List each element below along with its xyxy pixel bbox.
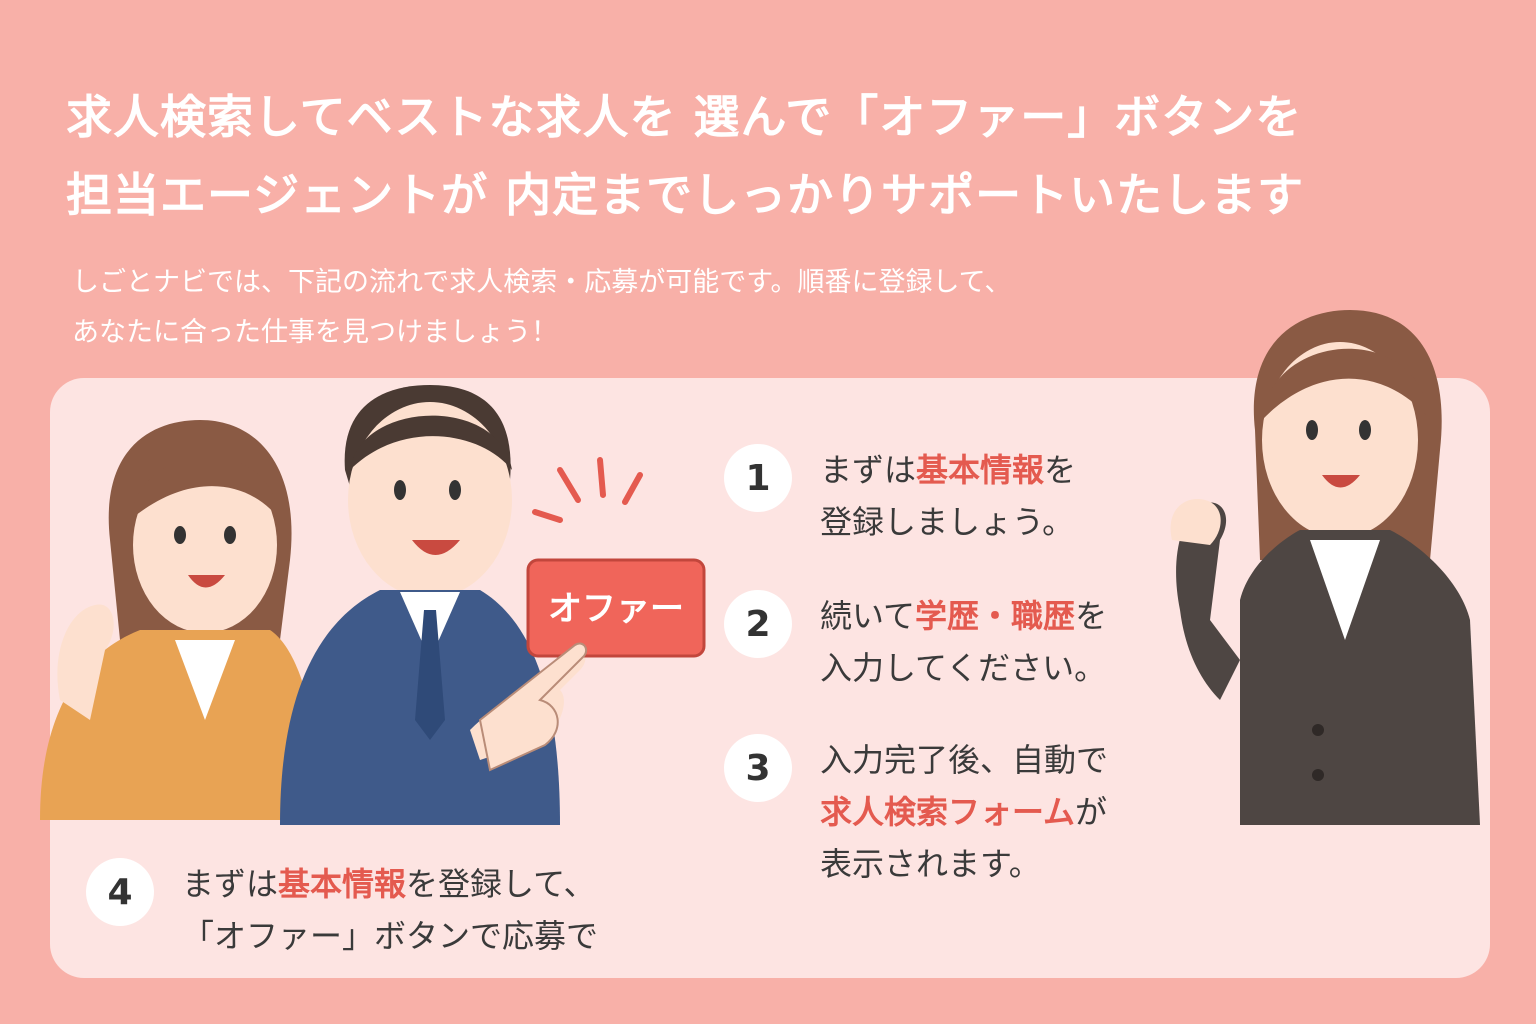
step-text: まずは基本情報を登録して、 「オファー」ボタンで応募で [182, 858, 598, 962]
step-highlight: 求人検索フォーム [820, 793, 1076, 831]
step-text-part: まずは [182, 865, 279, 903]
step-text-part: が [1075, 793, 1108, 831]
sparkle-icon [532, 457, 643, 523]
step-4: 4 まずは基本情報を登録して、 「オファー」ボタンで応募で [86, 858, 598, 962]
step-text-line: 表示されます。 [820, 845, 1041, 883]
step-number: 3 [724, 734, 792, 802]
step-highlight: 基本情報 [278, 865, 407, 903]
step-text-part: を [1075, 597, 1108, 635]
offer-button[interactable]: オファー [526, 558, 706, 658]
woman-character-icon [40, 420, 320, 820]
step-number: 1 [724, 444, 792, 512]
offer-button-label: オファー [548, 589, 684, 629]
step-3: 3 入力完了後、自動で 求人検索フォームが 表示されます。 [724, 734, 1108, 890]
step-number: 2 [724, 590, 792, 658]
step-number: 4 [86, 858, 154, 926]
step-text-part: まずは [820, 451, 917, 489]
step-highlight: 基本情報 [916, 451, 1045, 489]
step-text-part: 続いて [820, 597, 916, 635]
step-text-line: 入力完了後、自動で [820, 741, 1109, 779]
step-text-part: を [1044, 451, 1077, 489]
step-text: 続いて学歴・職歴を 入力してください。 [820, 590, 1107, 694]
step-text-line: 登録しましょう。 [820, 503, 1075, 541]
agent-character-icon [1170, 310, 1480, 825]
step-text-line: 入力してください。 [820, 649, 1107, 687]
step-text: 入力完了後、自動で 求人検索フォームが 表示されます。 [820, 734, 1108, 890]
step-2: 2 続いて学歴・職歴を 入力してください。 [724, 590, 1107, 694]
step-text: まずは基本情報を 登録しましょう。 [820, 444, 1076, 548]
step-1: 1 まずは基本情報を 登録しましょう。 [724, 444, 1076, 548]
step-text-part: を登録して、 [406, 865, 596, 903]
step-highlight: 学歴・職歴 [915, 597, 1076, 635]
step-text-line: 「オファー」ボタンで応募で [182, 917, 599, 955]
